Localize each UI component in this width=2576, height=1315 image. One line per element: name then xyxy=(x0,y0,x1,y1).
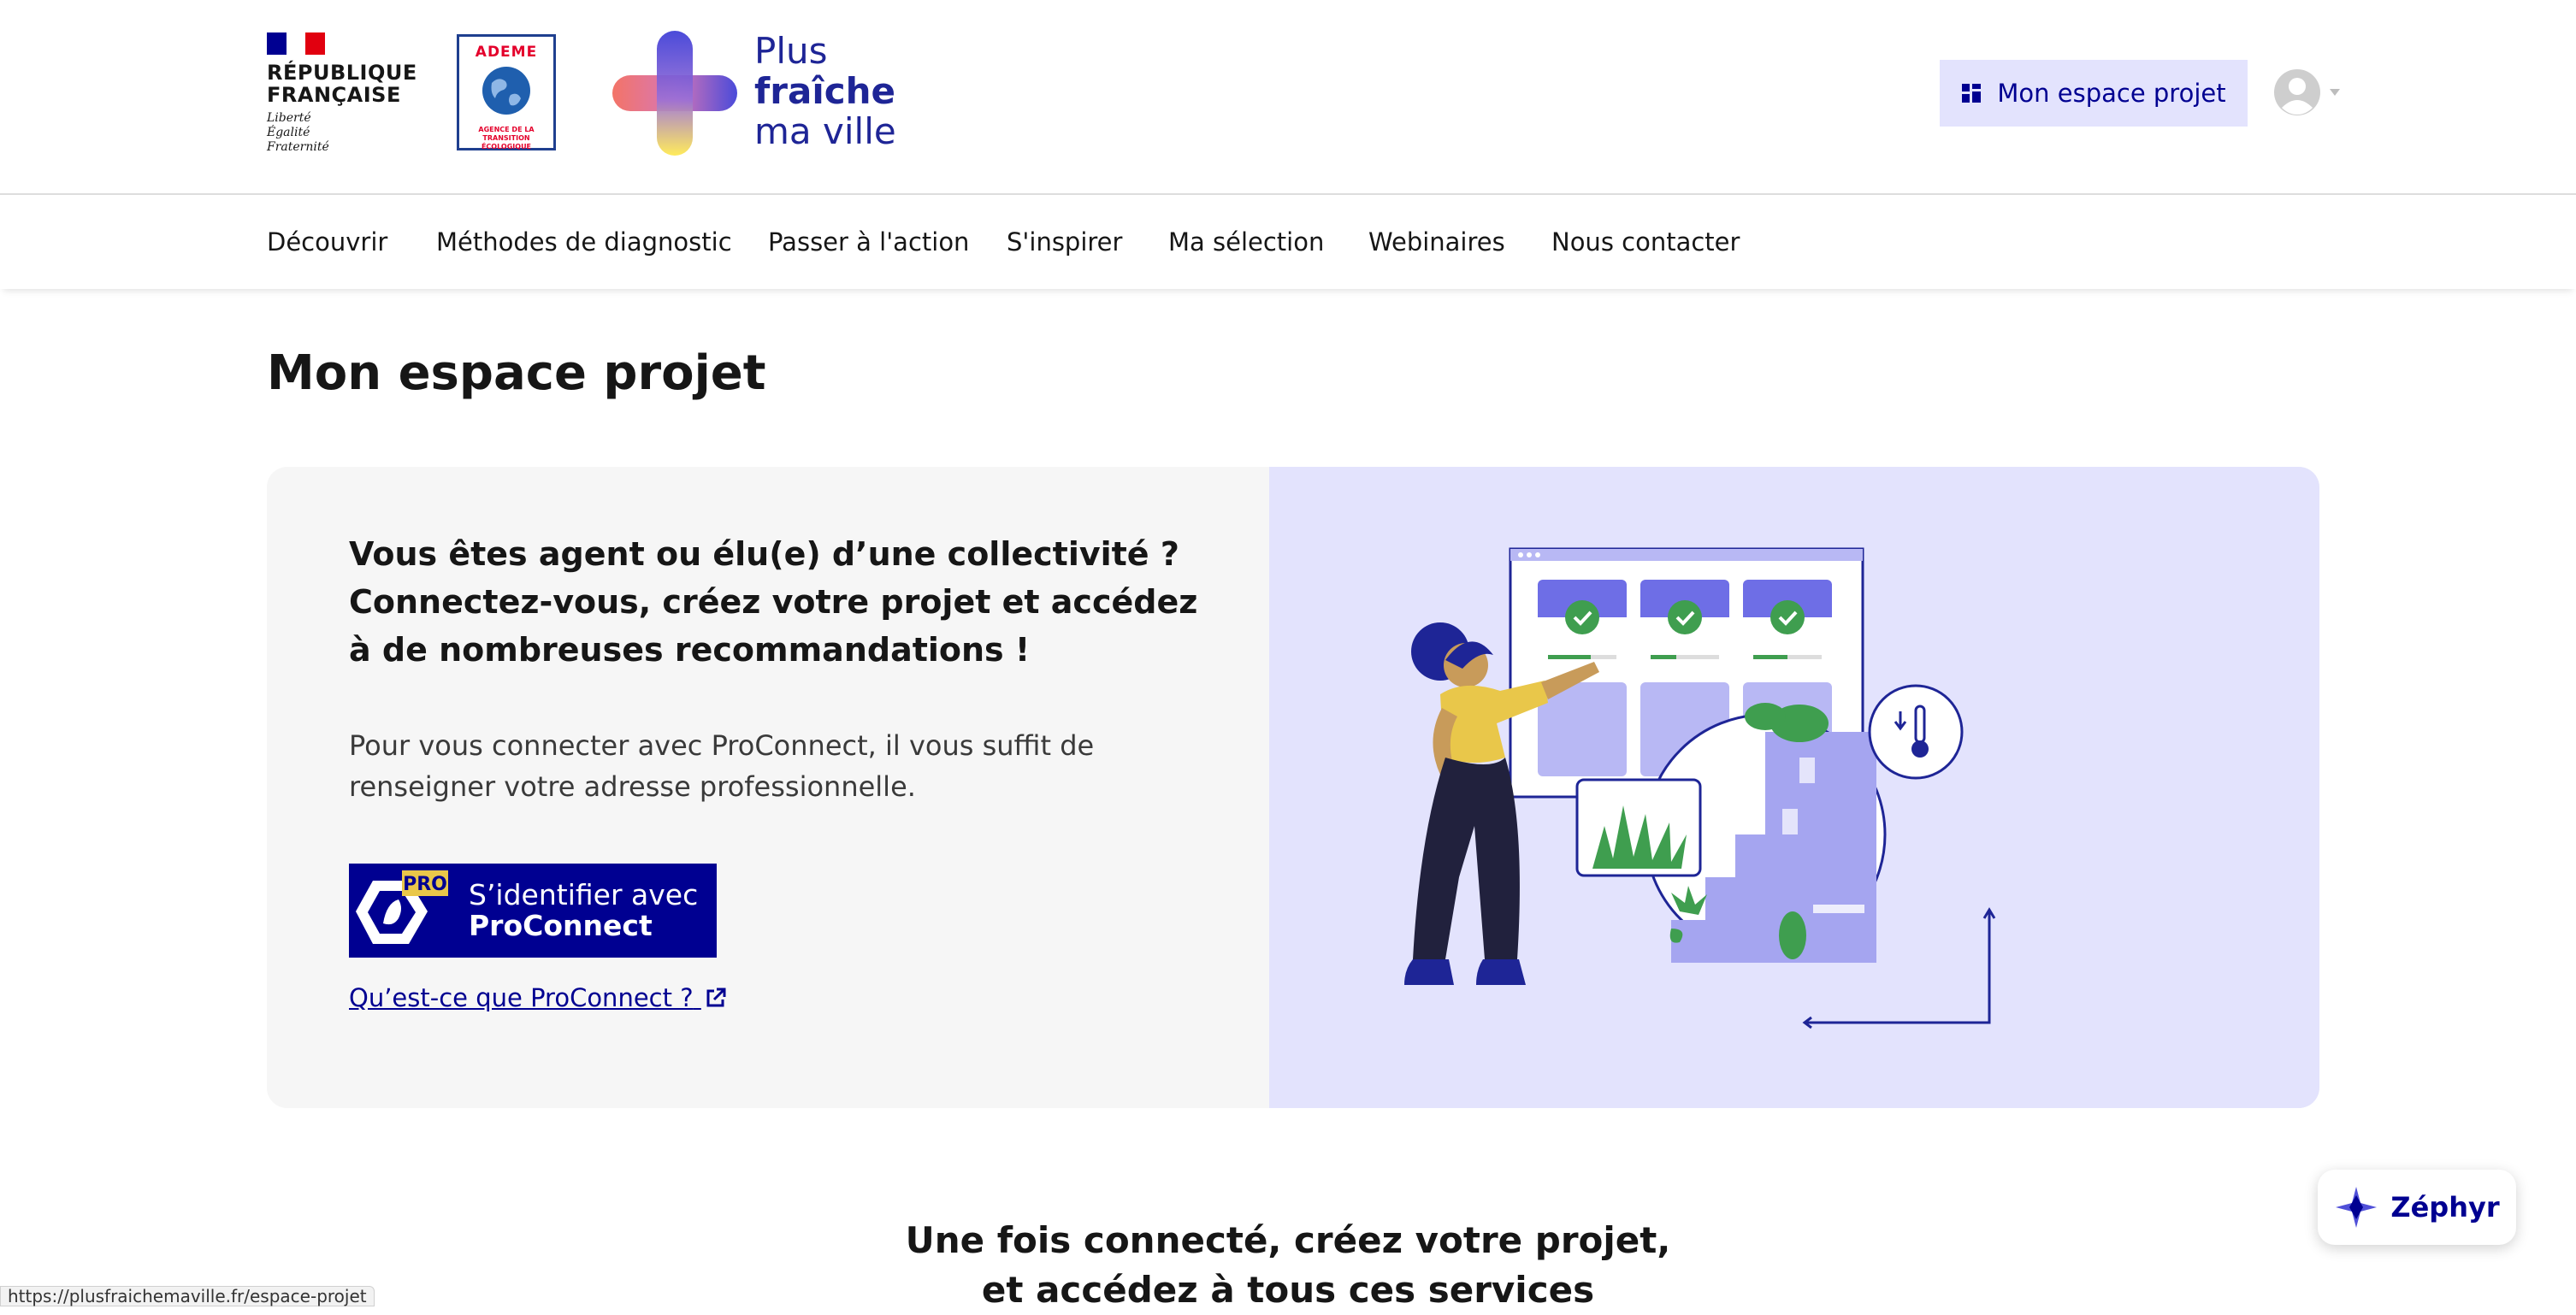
nav-item-webinaires[interactable]: Webinaires xyxy=(1368,227,1505,257)
site-header: RÉPUBLIQUE FRANÇAISE Liberté Égalité Fra… xyxy=(0,0,2576,195)
ademe-name: ADEME xyxy=(475,44,538,61)
ademe-sub-2: TRANSITION xyxy=(482,134,530,142)
proconnect-line1: S’identifier avec xyxy=(469,878,699,911)
connect-card-content: Vous êtes agent ou élu(e) d’une collecti… xyxy=(267,467,1269,1108)
nav-item-passer-action[interactable]: Passer à l'action xyxy=(768,227,969,257)
page-title: Mon espace projet xyxy=(267,345,766,401)
services-title-line1: Une fois connecté, créez votre projet, xyxy=(905,1219,1671,1261)
chevron-down-icon xyxy=(2330,89,2340,96)
brand-line1: Plus xyxy=(754,30,828,72)
status-bar-url: https://plusfraichemaville.fr/espace-pro… xyxy=(0,1286,375,1306)
rf-motto-1: Liberté xyxy=(267,111,311,125)
brand-line2: fraîche xyxy=(754,70,896,112)
connect-heading: Vous êtes agent ou élu(e) d’une collecti… xyxy=(349,535,1198,669)
zephyr-button[interactable]: Zéphyr xyxy=(2318,1170,2516,1245)
rf-title-line1: RÉPUBLIQUE xyxy=(267,61,417,85)
plus-fraiche-ma-ville-logo[interactable]: Plus fraîche ma ville xyxy=(612,31,920,156)
services-title-line2: et accédez à tous ces services xyxy=(981,1269,1595,1311)
proconnect-info-link[interactable]: Qu’est-ce que ProConnect ? xyxy=(349,983,727,1012)
nav-item-ma-selection[interactable]: Ma sélection xyxy=(1168,227,1324,257)
republique-francaise-logo[interactable]: RÉPUBLIQUE FRANÇAISE Liberté Égalité Fra… xyxy=(267,32,417,161)
dashboard-icon xyxy=(1962,84,1982,103)
mon-espace-projet-label: Mon espace projet xyxy=(1997,79,2226,108)
nav-item-decouvrir[interactable]: Découvrir xyxy=(267,227,387,257)
ademe-sub-3: ÉCOLOGIQUE xyxy=(481,143,532,150)
ademe-sub-1: AGENCE DE LA xyxy=(478,126,535,133)
nav-item-sinspirer[interactable]: S'inspirer xyxy=(1007,227,1122,257)
nav-item-methodes-diagnostic[interactable]: Méthodes de diagnostic xyxy=(436,227,732,257)
proconnect-info-link-label: Qu’est-ce que ProConnect ? xyxy=(349,983,694,1012)
rf-motto-3: Fraternité xyxy=(267,140,329,154)
proconnect-line2: ProConnect xyxy=(469,909,653,942)
wind-star-icon xyxy=(2336,1187,2378,1228)
ademe-logo[interactable]: ADEME AGENCE DE LA TRANSITION ÉCOLOGIQUE xyxy=(457,34,556,150)
connect-card: Vous êtes agent ou élu(e) d’une collecti… xyxy=(267,467,2319,1108)
mon-espace-projet-button[interactable]: Mon espace projet xyxy=(1940,60,2248,127)
brand-line3: ma ville xyxy=(754,110,896,152)
globe-icon xyxy=(482,67,530,115)
french-flag-icon xyxy=(267,32,326,55)
rf-motto-2: Égalité xyxy=(267,126,310,139)
proconnect-logo-icon: PRO xyxy=(356,870,448,944)
connect-text: Pour vous connecter avec ProConnect, il … xyxy=(349,729,1095,803)
connect-illustration-panel xyxy=(1269,467,2319,1108)
project-illustration xyxy=(1404,547,1996,1029)
zephyr-label: Zéphyr xyxy=(2390,1191,2500,1224)
plus-cross-icon xyxy=(612,31,737,156)
main-navigation: Découvrir Méthodes de diagnostic Passer … xyxy=(0,197,2576,289)
services-title: Une fois connecté, créez votre projet, e… xyxy=(0,1216,2576,1315)
nav-item-nous-contacter[interactable]: Nous contacter xyxy=(1551,227,1740,257)
rf-title-line2: FRANÇAISE xyxy=(267,83,401,107)
proconnect-button[interactable]: PRO S’identifier avec ProConnect xyxy=(349,864,717,958)
external-link-icon xyxy=(706,988,726,1007)
user-menu[interactable] xyxy=(2273,68,2345,116)
user-avatar-icon xyxy=(2274,69,2320,115)
pro-badge-text: PRO xyxy=(403,874,447,895)
